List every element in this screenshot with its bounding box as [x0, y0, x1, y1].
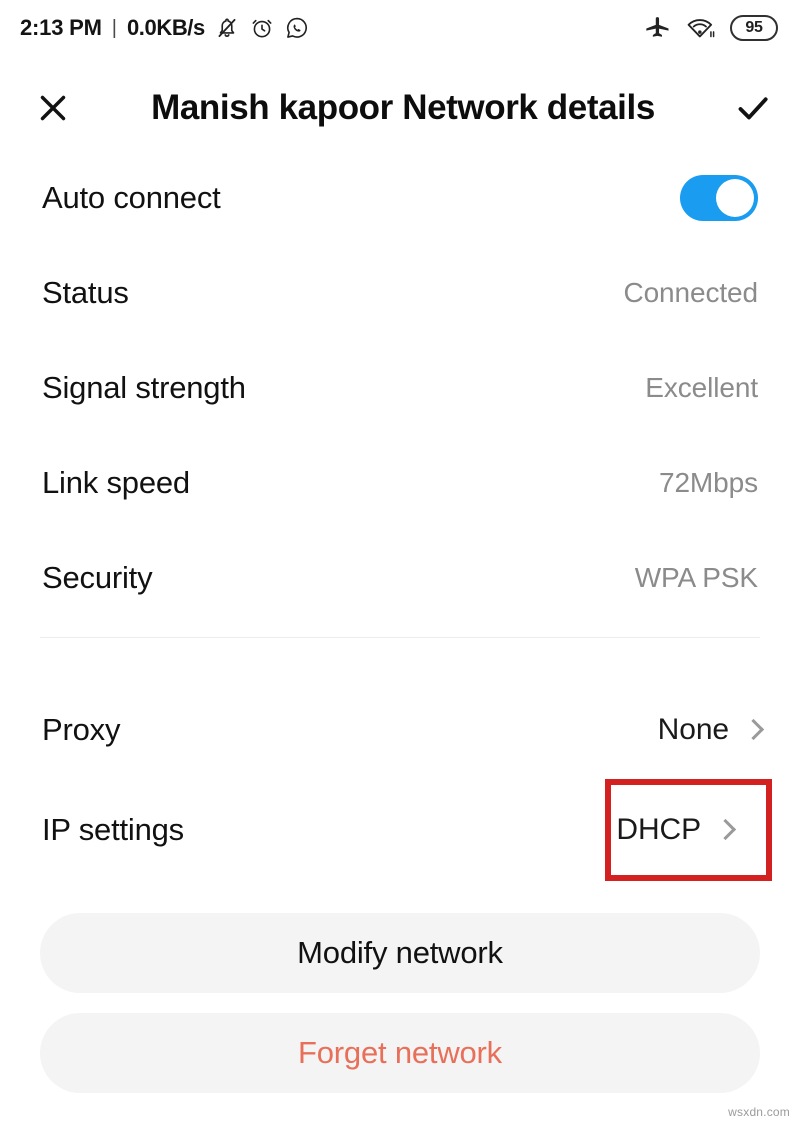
wifi-icon: [687, 19, 715, 38]
watermark: wsxdn.com: [728, 1105, 790, 1119]
toggle-knob: [716, 178, 754, 217]
network-speed-indicator: 0.0KB/s: [126, 15, 205, 40]
alarm-clock-icon: [252, 19, 272, 38]
proxy-value: None: [657, 712, 729, 746]
network-details-list: Auto connect Status Connected Signal str…: [0, 150, 800, 625]
airplane-mode-icon: [646, 17, 669, 37]
row-signal-strength: Signal strength Excellent: [0, 340, 800, 435]
forget-network-button[interactable]: Forget network: [40, 1013, 760, 1093]
chevron-right-icon: [745, 719, 758, 741]
link-speed-label: Link speed: [42, 464, 190, 500]
status-bar-right: 95: [644, 14, 778, 42]
close-icon: [40, 95, 66, 121]
status-label: Status: [42, 274, 129, 310]
battery-indicator: 95: [730, 15, 778, 41]
row-ip-settings[interactable]: IP settings DHCP: [0, 782, 800, 877]
confirm-button[interactable]: [718, 73, 788, 143]
phone-screen: 2:13 PM | 0.0KB/s 95 Manish kapoor Netwo…: [0, 0, 800, 1125]
row-proxy[interactable]: Proxy None: [0, 682, 800, 777]
ip-settings-value-group: DHCP: [616, 813, 730, 847]
link-speed-value: 72Mbps: [658, 466, 758, 498]
forget-network-wrap: Forget network: [40, 1013, 760, 1093]
auto-connect-label: Auto connect: [42, 179, 221, 215]
status-clock: 2:13 PM: [20, 15, 102, 40]
app-bar: Manish kapoor Network details: [0, 66, 800, 150]
row-link-speed: Link speed 72Mbps: [0, 435, 800, 530]
signal-strength-value: Excellent: [645, 371, 758, 403]
status-bar-left: 2:13 PM | 0.0KB/s: [20, 15, 310, 41]
row-status: Status Connected: [0, 245, 800, 340]
modify-network-wrap: Modify network: [40, 913, 760, 993]
row-auto-connect[interactable]: Auto connect: [0, 150, 800, 245]
chevron-right-icon: [717, 819, 730, 841]
proxy-value-group: None: [658, 713, 758, 747]
battery-level-text: 95: [745, 19, 763, 36]
check-icon: [738, 97, 768, 120]
proxy-label: Proxy: [42, 711, 121, 747]
ip-settings-value: DHCP: [616, 812, 701, 846]
ip-settings-label: IP settings: [42, 811, 184, 847]
security-value: WPA PSK: [634, 561, 758, 593]
modify-network-button[interactable]: Modify network: [40, 913, 760, 993]
notification-muted-icon: [218, 18, 236, 38]
section-divider: [40, 637, 760, 638]
auto-connect-toggle[interactable]: [680, 174, 758, 221]
status-value: Connected: [623, 276, 758, 308]
signal-strength-label: Signal strength: [42, 369, 246, 405]
whatsapp-icon: [286, 17, 307, 38]
status-bar: 2:13 PM | 0.0KB/s 95: [0, 0, 800, 56]
security-label: Security: [42, 559, 153, 595]
page-title: Manish kapoor Network details: [151, 88, 655, 127]
status-separator: |: [111, 16, 117, 39]
close-button[interactable]: [18, 73, 88, 143]
row-security: Security WPA PSK: [0, 530, 800, 625]
